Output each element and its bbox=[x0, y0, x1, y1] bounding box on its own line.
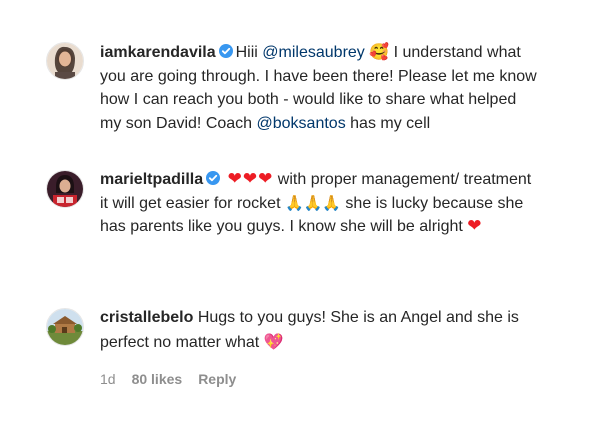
comment-time: 1d bbox=[100, 371, 116, 387]
comment-username[interactable]: cristallebelo bbox=[100, 309, 193, 326]
verified-badge-icon bbox=[206, 171, 221, 185]
smiling-face-with-hearts-icon: 🥰 bbox=[369, 42, 390, 61]
avatar[interactable] bbox=[46, 170, 84, 208]
comment-username[interactable]: iamkarendavila bbox=[100, 44, 216, 61]
avatar[interactable] bbox=[46, 42, 84, 80]
comment-meta: 1d 80 likes Reply bbox=[100, 368, 540, 392]
reply-button[interactable]: Reply bbox=[198, 368, 236, 392]
avatar[interactable] bbox=[46, 308, 84, 346]
mention-link[interactable]: @milesaubrey bbox=[262, 44, 365, 61]
heart-icon: ❤ bbox=[467, 216, 483, 236]
comment-item: iamkarendavila Hiii @milesaubrey 🥰 I unde… bbox=[46, 40, 566, 135]
heart-icon: ❤❤❤ bbox=[227, 169, 274, 189]
comment-body: marieltpadilla ❤❤❤ with proper managemen… bbox=[100, 168, 540, 239]
comment-body: cristallebelo Hugs to you guys! She is a… bbox=[100, 306, 540, 392]
comment-username[interactable]: marieltpadilla bbox=[100, 171, 203, 188]
likes-count[interactable]: 80 likes bbox=[132, 368, 183, 392]
comment-text: Hiii bbox=[235, 44, 263, 61]
folded-hands-icon: 🙏🙏🙏 bbox=[284, 193, 341, 212]
sparkling-heart-icon: 💖 bbox=[263, 331, 284, 351]
comment-item: marieltpadilla ❤❤❤ with proper managemen… bbox=[46, 168, 566, 239]
comment-text: has my cell bbox=[345, 114, 431, 132]
comment-body: iamkarendavila Hiii @milesaubrey 🥰 I unde… bbox=[100, 40, 540, 135]
mention-link[interactable]: @boksantos bbox=[257, 115, 346, 132]
verified-badge-icon bbox=[218, 44, 233, 58]
comment-item: cristallebelo Hugs to you guys! She is a… bbox=[46, 306, 566, 392]
